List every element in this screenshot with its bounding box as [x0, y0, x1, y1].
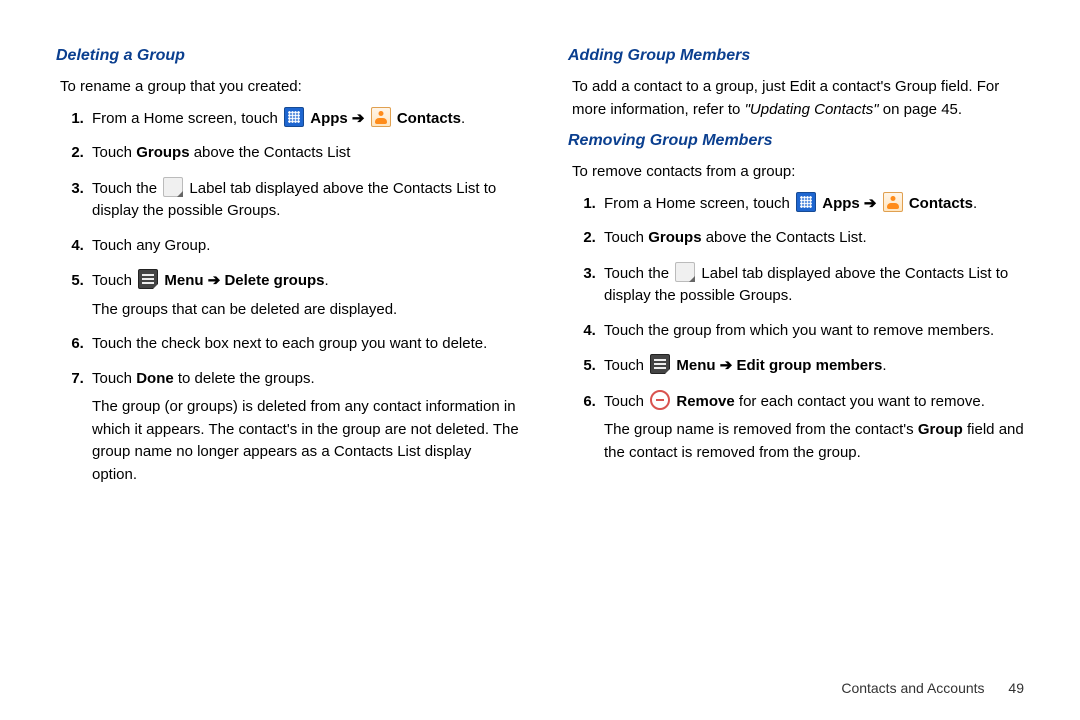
menu-icon [138, 269, 158, 289]
heading-adding-members: Adding Group Members [568, 44, 1032, 68]
intro-removing: To remove contacts from a group: [572, 161, 1032, 184]
adding-paragraph: To add a contact to a group, just Edit a… [572, 76, 1032, 121]
intro-deleting: To rename a group that you created: [60, 76, 520, 99]
contacts-icon [883, 192, 903, 212]
rstep-1: From a Home screen, touch Apps ➔ Contact… [600, 192, 1032, 216]
label-icon [675, 262, 695, 282]
step-1: From a Home screen, touch Apps ➔ Contact… [88, 107, 520, 131]
rstep-6-followup: The group name is removed from the conta… [604, 419, 1032, 464]
page-number: 49 [1008, 680, 1024, 696]
step-4: Touch any Group. [88, 235, 520, 258]
step-7: Touch Done to delete the groups. The gro… [88, 368, 520, 487]
step-6: Touch the check box next to each group y… [88, 333, 520, 356]
step-2: Touch Groups above the Contacts List [88, 142, 520, 165]
menu-icon [650, 354, 670, 374]
rstep-6: Touch Remove for each contact you want t… [600, 390, 1032, 465]
right-column: Adding Group Members To add a contact to… [568, 40, 1032, 670]
remove-icon [650, 390, 670, 410]
steps-deleting: From a Home screen, touch Apps ➔ Contact… [56, 107, 520, 487]
page-footer: Contacts and Accounts 49 [841, 680, 1024, 696]
apps-icon [796, 192, 816, 212]
step-5: Touch Menu ➔ Delete groups. The groups t… [88, 269, 520, 321]
heading-deleting-group: Deleting a Group [56, 44, 520, 68]
rstep-4: Touch the group from which you want to r… [600, 320, 1032, 343]
label-icon [163, 177, 183, 197]
footer-section: Contacts and Accounts [841, 680, 984, 696]
left-column: Deleting a Group To rename a group that … [56, 40, 520, 670]
steps-removing: From a Home screen, touch Apps ➔ Contact… [568, 192, 1032, 465]
rstep-5: Touch Menu ➔ Edit group members. [600, 354, 1032, 378]
rstep-2: Touch Groups above the Contacts List. [600, 227, 1032, 250]
page-body: Deleting a Group To rename a group that … [0, 0, 1080, 690]
step-3: Touch the Label tab displayed above the … [88, 177, 520, 223]
heading-removing-members: Removing Group Members [568, 129, 1032, 153]
rstep-3: Touch the Label tab displayed above the … [600, 262, 1032, 308]
apps-icon [284, 107, 304, 127]
contacts-icon [371, 107, 391, 127]
